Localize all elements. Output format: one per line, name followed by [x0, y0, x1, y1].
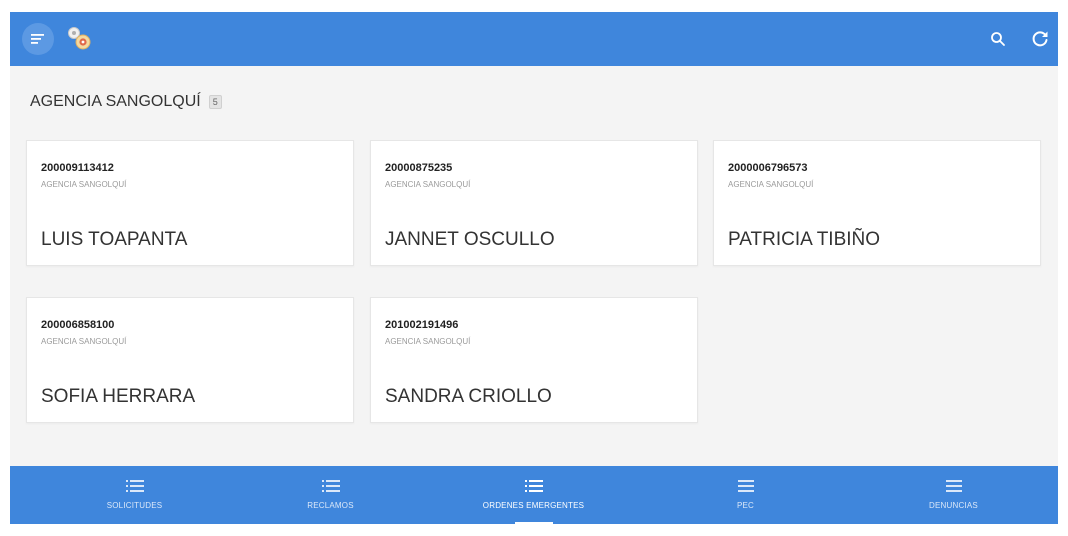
nav-tab-pec[interactable]: PEC	[641, 466, 850, 524]
gears-logo-icon	[68, 27, 91, 50]
nav-label: DENUNCIAS	[929, 501, 978, 510]
app-logo	[62, 23, 96, 55]
hamburger-icon	[737, 480, 754, 492]
order-card[interactable]: 2000006796573 AGENCIA SANGOLQUÍ PATRICIA…	[713, 140, 1041, 266]
order-card[interactable]: 201002191496 AGENCIA SANGOLQUÍ SANDRA CR…	[370, 297, 698, 423]
top-app-bar	[10, 12, 1058, 66]
bulleted-list-icon	[321, 480, 340, 492]
card-name: JANNET OSCULLO	[385, 229, 555, 250]
card-number: 20000875235	[385, 162, 453, 174]
card-name: SOFIA HERRARA	[41, 386, 196, 407]
bottom-navigation: SOLICITUDES RECLAMOS ORDENES EMERGENTES	[10, 466, 1058, 524]
bulleted-list-icon	[125, 480, 144, 492]
card-agency: AGENCIA SANGOLQUÍ	[728, 180, 814, 189]
menu-button[interactable]	[22, 23, 54, 55]
card-agency: AGENCIA SANGOLQUÍ	[41, 180, 127, 189]
menu-lines-icon	[31, 34, 44, 44]
nav-label: PEC	[736, 501, 755, 510]
card-agency: AGENCIA SANGOLQUÍ	[385, 337, 471, 346]
order-card[interactable]: 200006858100 AGENCIA SANGOLQUÍ SOFIA HER…	[26, 297, 354, 423]
search-icon	[991, 32, 1005, 46]
nav-tab-reclamos[interactable]: RECLAMOS	[226, 466, 435, 524]
search-button[interactable]	[984, 25, 1012, 53]
agency-header: AGENCIA SANGOLQUÍ 5	[30, 92, 222, 112]
nav-label: RECLAMOS	[307, 501, 354, 510]
count-badge: 5	[208, 95, 222, 109]
card-name: LUIS TOAPANTA	[41, 229, 188, 250]
nav-label: SOLICITUDES	[106, 501, 163, 510]
refresh-button[interactable]	[1026, 25, 1054, 53]
card-name: PATRICIA TIBIÑO	[728, 229, 881, 250]
order-card[interactable]: 20000875235 AGENCIA SANGOLQUÍ JANNET OSC…	[370, 140, 698, 266]
card-number: 200009113412	[41, 162, 114, 174]
nav-tab-denuncias[interactable]: DENUNCIAS	[849, 466, 1058, 524]
card-number: 201002191496	[385, 319, 459, 331]
refresh-icon	[1032, 31, 1048, 47]
agency-title: AGENCIA SANGOLQUÍ	[30, 93, 201, 110]
nav-label: ORDENES EMERGENTES	[482, 501, 585, 510]
nav-tab-ordenes-emergentes[interactable]: ORDENES EMERGENTES	[429, 466, 638, 524]
card-name: SANDRA CRIOLLO	[385, 386, 552, 407]
app-window: AGENCIA SANGOLQUÍ 5 200009113412 AGENCIA…	[10, 12, 1058, 524]
card-agency: AGENCIA SANGOLQUÍ	[385, 180, 471, 189]
card-agency: AGENCIA SANGOLQUÍ	[41, 337, 127, 346]
card-number: 200006858100	[41, 319, 115, 331]
hamburger-icon	[945, 480, 962, 492]
active-tab-indicator	[515, 522, 553, 524]
card-number: 2000006796573	[728, 162, 808, 174]
bulleted-list-icon	[524, 480, 543, 492]
nav-tab-solicitudes[interactable]: SOLICITUDES	[30, 466, 239, 524]
order-card[interactable]: 200009113412 AGENCIA SANGOLQUÍ LUIS TOAP…	[26, 140, 354, 266]
